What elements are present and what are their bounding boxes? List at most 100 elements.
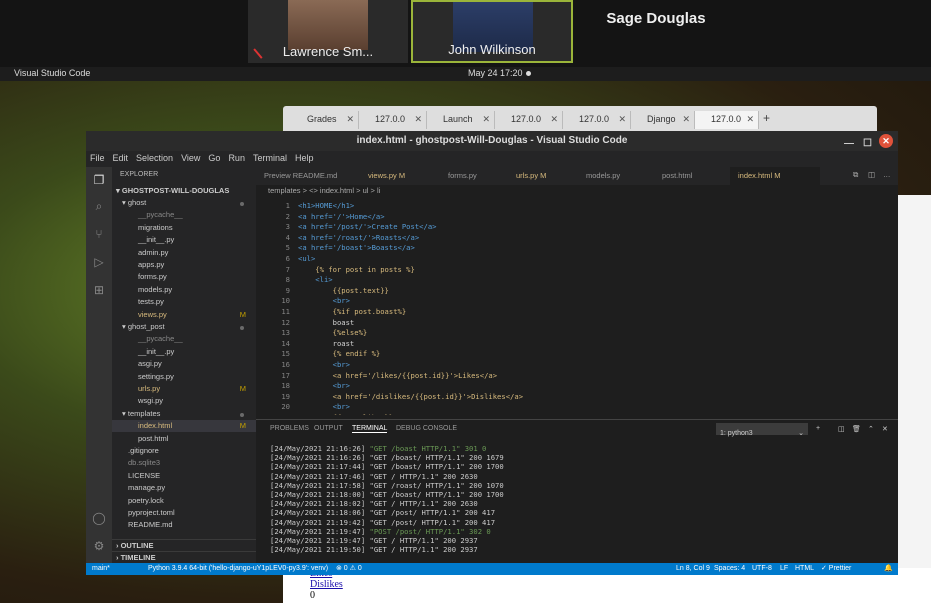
tree-item[interactable]: urls.py M xyxy=(112,383,256,395)
menu-file[interactable]: File xyxy=(86,151,109,165)
tree-item[interactable]: ▾ ghost_post xyxy=(112,321,256,333)
account-icon[interactable]: ◯ xyxy=(92,511,106,525)
tree-item[interactable]: models.py xyxy=(112,284,256,296)
tree-item[interactable]: __pycache__ xyxy=(112,209,256,221)
tree-item[interactable]: __pycache__ xyxy=(112,333,256,345)
close-icon[interactable]: ✕ xyxy=(746,114,754,125)
explorer-icon[interactable]: ❐ xyxy=(92,173,106,187)
close-icon[interactable]: ✕ xyxy=(414,114,422,125)
minimap[interactable] xyxy=(820,197,892,415)
trash-icon[interactable]: 🗑 xyxy=(852,425,861,433)
tree-item[interactable]: manage.py xyxy=(112,482,256,494)
tab-debug-console[interactable]: DEBUG CONSOLE xyxy=(396,425,457,432)
tree-item[interactable]: settings.py xyxy=(112,371,256,383)
participant-tile-2[interactable]: John Wilkinson xyxy=(411,0,573,63)
close-panel-icon[interactable]: ✕ xyxy=(882,425,888,433)
tree-item[interactable]: index.html M xyxy=(112,420,256,433)
tree-item[interactable]: migrations xyxy=(112,222,256,234)
menu-selection[interactable]: Selection xyxy=(132,151,177,165)
close-icon[interactable]: ✕ xyxy=(682,114,690,125)
settings-gear-icon[interactable]: ⚙ xyxy=(92,539,106,553)
open-changes-icon[interactable]: ⧉ xyxy=(853,170,858,180)
tab-terminal[interactable]: TERMINAL xyxy=(352,425,388,433)
participant-tile-1[interactable]: Lawrence Sm... xyxy=(248,0,408,63)
tree-item[interactable]: poetry.lock xyxy=(112,495,256,507)
breadcrumb[interactable]: templates > <> index.html > ul > li xyxy=(256,185,898,197)
maximize-panel-icon[interactable]: ⌃ xyxy=(868,425,874,433)
tab-problems[interactable]: PROBLEMS xyxy=(270,425,309,432)
tab-forms[interactable]: forms.py xyxy=(440,167,508,185)
close-window-icon[interactable]: ✕ xyxy=(879,134,893,148)
clock[interactable]: May 24 17:20 xyxy=(468,68,523,78)
split-terminal-icon[interactable]: ◫ xyxy=(838,425,845,433)
browser-tab[interactable]: 127.0.0 ✕ xyxy=(359,111,427,129)
menu-run[interactable]: Run xyxy=(224,151,249,165)
python-interpreter[interactable]: Python 3.9.4 64-bit ('hello-django-uY1pL… xyxy=(148,563,328,575)
language-mode[interactable]: HTML xyxy=(795,563,814,575)
participant-tile-3[interactable]: Sage Douglas xyxy=(576,0,736,63)
tree-item[interactable]: asgi.py xyxy=(112,358,256,370)
encoding[interactable]: UTF-8 xyxy=(752,563,772,575)
browser-tab[interactable]: 127.0.0 ✕ xyxy=(495,111,563,129)
tree-item[interactable]: pyproject.toml xyxy=(112,507,256,519)
tree-item[interactable]: wsgi.py xyxy=(112,395,256,407)
browser-tab[interactable]: Grades ✕ xyxy=(291,111,359,129)
tree-item[interactable]: README.md xyxy=(112,519,256,531)
cursor-position[interactable]: Ln 8, Col 9 xyxy=(676,563,710,575)
tab-output[interactable]: OUTPUT xyxy=(314,425,343,432)
search-icon[interactable]: ⌕ xyxy=(92,199,106,213)
extensions-icon[interactable]: ⊞ xyxy=(92,283,106,297)
active-app-menu[interactable]: Visual Studio Code xyxy=(14,68,90,78)
terminal-output[interactable]: [24/May/2021 21:16:26] "GET /boast HTTP/… xyxy=(270,444,890,562)
tree-item[interactable]: apps.py xyxy=(112,259,256,271)
prettier-status[interactable]: ✓ Prettier xyxy=(821,563,851,575)
close-icon[interactable]: ✕ xyxy=(482,114,490,125)
more-actions-icon[interactable]: … xyxy=(883,170,891,179)
browser-tab[interactable]: 127.0.0 ✕ xyxy=(563,111,631,129)
tab-models[interactable]: models.py xyxy=(578,167,654,185)
tab-index-html[interactable]: index.html M xyxy=(730,167,820,185)
tree-item[interactable]: __init__.py xyxy=(112,234,256,246)
tree-item[interactable]: forms.py xyxy=(112,271,256,283)
new-terminal-icon[interactable]: + xyxy=(816,425,820,432)
close-icon[interactable]: ✕ xyxy=(618,114,626,125)
tree-item[interactable]: post.html xyxy=(112,433,256,445)
tree-item[interactable]: ▾ ghost xyxy=(112,197,256,209)
git-branch[interactable]: main* xyxy=(92,563,110,575)
menu-help[interactable]: Help xyxy=(291,151,318,165)
tree-item[interactable]: tests.py xyxy=(112,296,256,308)
browser-tab[interactable]: Django ✕ xyxy=(631,111,695,129)
tab-post-html[interactable]: post.html xyxy=(654,167,730,185)
menu-edit[interactable]: Edit xyxy=(109,151,133,165)
source-control-icon[interactable]: ⑂ xyxy=(92,227,106,241)
run-debug-icon[interactable]: ▷ xyxy=(92,255,106,269)
tree-item[interactable]: db.sqlite3 xyxy=(112,457,256,469)
dislikes-link[interactable]: Dislikes xyxy=(310,579,931,590)
notifications-bell-icon[interactable]: 🔔 xyxy=(884,563,893,575)
tab-preview-readme[interactable]: Preview README.md xyxy=(256,167,360,185)
terminal-select[interactable]: 1: python3 ⌄ xyxy=(716,423,808,437)
split-editor-icon[interactable]: ◫ xyxy=(868,170,875,179)
problems-count[interactable]: ⊗ 0 ⚠ 0 xyxy=(336,563,362,575)
close-icon[interactable]: ✕ xyxy=(550,114,558,125)
tree-item[interactable]: views.py M xyxy=(112,309,256,321)
menu-terminal[interactable]: Terminal xyxy=(249,151,291,165)
browser-tab-active[interactable]: 127.0.0 ✕ xyxy=(695,111,759,129)
tree-item[interactable]: __init__.py xyxy=(112,346,256,358)
new-tab-icon[interactable]: + xyxy=(763,111,770,125)
tree-item[interactable]: .gitignore xyxy=(112,445,256,457)
outline-section[interactable]: › OUTLINE xyxy=(112,539,256,551)
tree-item[interactable]: ▾ templates xyxy=(112,408,256,420)
tab-views[interactable]: views.py M xyxy=(360,167,440,185)
tab-urls[interactable]: urls.py M xyxy=(508,167,578,185)
indentation[interactable]: Spaces: 4 xyxy=(714,563,745,575)
code-editor[interactable]: 1 <h1>HOME</h1> 2 <a href='/'>Home</a> 3 <a h… xyxy=(256,197,898,415)
browser-tab[interactable]: Launch ✕ xyxy=(427,111,495,129)
tree-item[interactable]: LICENSE xyxy=(112,470,256,482)
close-icon[interactable]: ✕ xyxy=(346,114,354,125)
menu-view[interactable]: View xyxy=(177,151,204,165)
project-folder[interactable]: ▾ GHOSTPOST-WILL-DOUGLAS xyxy=(112,185,256,197)
tree-item[interactable]: admin.py xyxy=(112,247,256,259)
line-ending[interactable]: LF xyxy=(780,563,788,575)
timeline-section[interactable]: › TIMELINE xyxy=(112,551,256,563)
